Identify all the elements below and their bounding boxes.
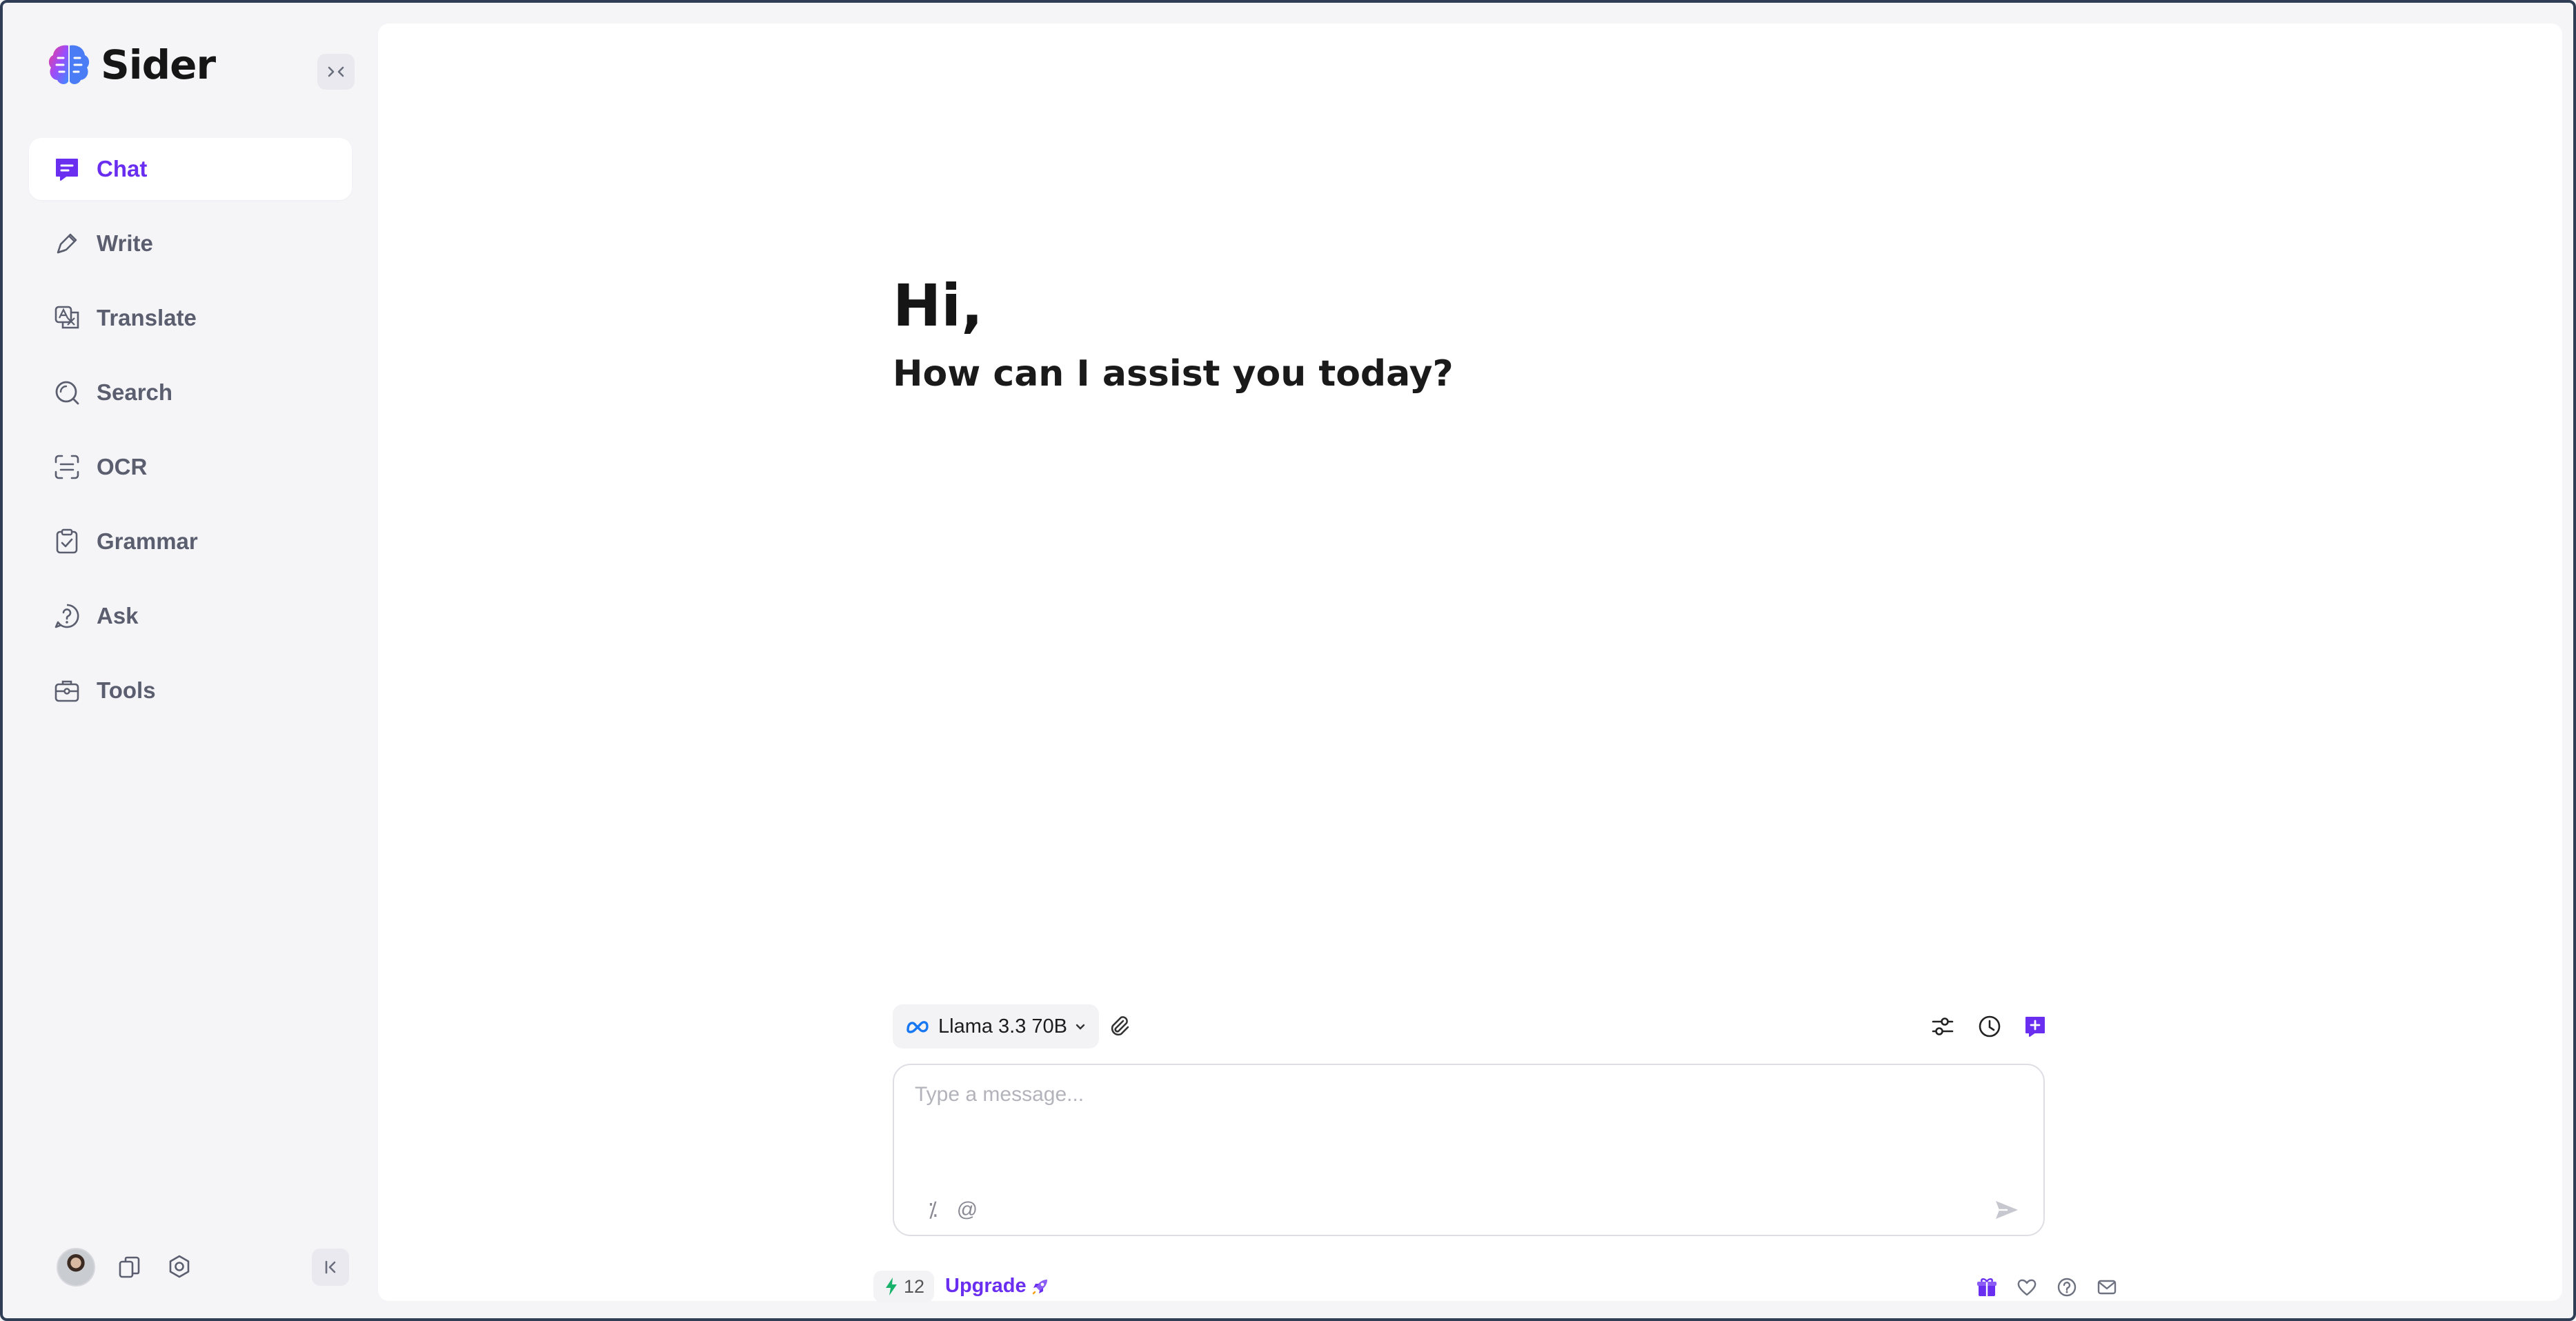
toolbox-icon — [52, 676, 81, 705]
model-selector[interactable]: Llama 3.3 70B — [893, 1004, 1100, 1049]
chat-icon — [52, 155, 81, 183]
mention-button[interactable]: @ — [953, 1196, 981, 1224]
ocr-scan-icon — [52, 453, 81, 481]
history-button[interactable] — [1974, 1011, 2005, 1042]
collapse-sidebar-button[interactable] — [317, 54, 355, 90]
favorite-button[interactable] — [2014, 1275, 2039, 1300]
credits-count: 12 — [904, 1275, 925, 1297]
attach-button[interactable] — [1104, 1011, 1134, 1042]
pen-icon — [52, 229, 81, 258]
sidebar-item-translate[interactable]: Translate — [29, 287, 352, 349]
new-chat-icon — [2025, 1017, 2045, 1037]
app-name: Sider — [101, 41, 216, 88]
clipboard-check-icon — [52, 527, 81, 556]
app-window: Sider Chat Write Translate Search OCR Gr… — [0, 0, 2576, 1321]
sidebar-item-write[interactable]: Write — [29, 212, 352, 275]
sidebar-item-label: Search — [97, 379, 173, 405]
sidebar-item-label: Ask — [97, 603, 139, 628]
prompt-shortcut-button[interactable]: ⁒ — [919, 1196, 947, 1224]
meta-logo-icon — [906, 1021, 929, 1033]
greeting-title: Hi, — [893, 272, 984, 339]
composer-footer: 12 Upgrade — [873, 1271, 2117, 1304]
sidebar-item-ocr[interactable]: OCR — [29, 436, 352, 498]
sidebar-item-tools[interactable]: Tools — [29, 659, 352, 722]
sidebar-item-ask[interactable]: Ask — [29, 585, 352, 647]
input-tools: ⁒ @ — [919, 1196, 988, 1224]
sidebar-item-label: Chat — [97, 156, 148, 181]
message-composer: ⁒ @ — [893, 1064, 2045, 1236]
model-name: Llama 3.3 70B — [938, 1015, 1068, 1037]
sidebar-nav: Chat Write Translate Search OCR Grammar … — [29, 138, 352, 734]
avatar[interactable] — [57, 1248, 95, 1287]
settings-icon[interactable] — [164, 1252, 195, 1282]
new-chat-button[interactable] — [2020, 1011, 2050, 1042]
upgrade-link[interactable]: Upgrade — [945, 1275, 1050, 1298]
send-button[interactable] — [1990, 1193, 2023, 1226]
chevron-down-icon — [1076, 1024, 1085, 1030]
settings-sliders-button[interactable] — [1928, 1011, 1958, 1042]
rocket-icon — [1032, 1279, 1047, 1294]
sidebar-footer — [57, 1248, 195, 1287]
gift-icon — [1977, 1278, 1997, 1296]
collapse-arrows-icon — [328, 66, 344, 77]
sidebar-item-grammar[interactable]: Grammar — [29, 510, 352, 573]
question-icon — [52, 602, 81, 630]
sidebar-item-label: Tools — [97, 677, 156, 703]
message-input[interactable] — [915, 1083, 2019, 1138]
gift-button[interactable] — [1974, 1275, 1999, 1300]
upgrade-label: Upgrade — [945, 1275, 1027, 1297]
feedback-button[interactable] — [2094, 1275, 2119, 1300]
copy-icon[interactable] — [115, 1252, 145, 1282]
sliders-icon — [1932, 1017, 1954, 1035]
help-button[interactable] — [2054, 1275, 2079, 1300]
help-icon — [2057, 1278, 2077, 1297]
send-icon — [1996, 1201, 2018, 1219]
mail-icon — [2097, 1280, 2117, 1295]
collapse-left-icon — [325, 1260, 336, 1274]
credits-badge[interactable]: 12 — [873, 1271, 935, 1302]
lightning-icon — [886, 1278, 897, 1295]
logo[interactable]: Sider — [46, 41, 216, 88]
sidebar-item-label: Write — [97, 230, 153, 256]
translate-icon — [52, 304, 81, 332]
sidebar: Sider Chat Write Translate Search OCR Gr… — [3, 3, 377, 1318]
paperclip-icon — [1111, 1016, 1129, 1036]
clock-icon — [1979, 1015, 2001, 1037]
composer-toolbar: Llama 3.3 70B — [893, 1004, 2045, 1049]
sidebar-item-chat[interactable]: Chat — [29, 138, 352, 200]
sidebar-item-search[interactable]: Search — [29, 361, 352, 424]
sider-logo-icon — [48, 45, 90, 84]
collapse-sidebar-bottom-button[interactable] — [312, 1249, 349, 1286]
greeting-subtitle: How can I assist you today? — [893, 353, 1454, 395]
sidebar-item-label: OCR — [97, 454, 148, 479]
sidebar-item-label: Grammar — [97, 528, 198, 554]
main-panel: Hi, How can I assist you today? Llama 3.… — [378, 23, 2562, 1304]
heart-icon — [2017, 1279, 2037, 1296]
sidebar-item-label: Translate — [97, 305, 197, 330]
search-icon — [52, 378, 81, 407]
